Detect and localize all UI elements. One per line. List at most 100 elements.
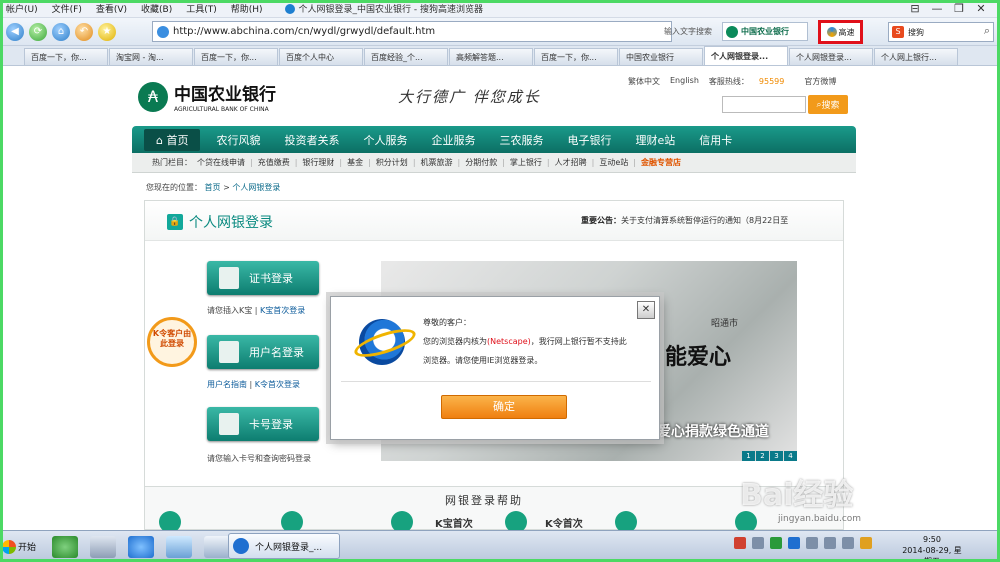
- taskbar-window-button[interactable]: 个人网银登录_...: [228, 533, 340, 559]
- banner-page[interactable]: 3: [770, 451, 783, 461]
- maximize-button[interactable]: ❐: [948, 2, 970, 15]
- card-login-button[interactable]: 卡号登录: [207, 407, 319, 441]
- search-icon[interactable]: ⌕: [984, 24, 990, 38]
- help-item[interactable]: K令首次: [545, 515, 583, 530]
- menu-view[interactable]: 查看(V): [96, 2, 127, 15]
- hot-link[interactable]: 基金: [347, 157, 363, 168]
- home-icon[interactable]: ⌂: [52, 22, 70, 41]
- nav-item[interactable]: 三农服务: [499, 132, 543, 148]
- dialog-message: 尊敬的客户： 您的浏览器内核为(Netscape)，我行网上银行暂不支持此浏览器…: [423, 313, 633, 370]
- abc-favorite-button[interactable]: 中国农业银行: [722, 22, 808, 41]
- hot-link[interactable]: 银行理财: [302, 157, 334, 168]
- k-token-badge[interactable]: K令客户由此登录: [147, 317, 197, 367]
- site-search-button[interactable]: ⌕ 搜索: [808, 95, 848, 114]
- nav-item[interactable]: 投资者关系: [284, 132, 339, 148]
- breadcrumb-home[interactable]: 首页: [205, 183, 221, 192]
- browser-tab[interactable]: 个人网上银行...: [874, 48, 958, 65]
- browser-tab[interactable]: 百度一下，你...: [194, 48, 278, 65]
- english-link[interactable]: English: [670, 76, 699, 87]
- kling-first-login-link[interactable]: K令首次登录: [255, 380, 300, 389]
- help-item[interactable]: K宝首次: [435, 515, 473, 530]
- tray-icon[interactable]: [806, 537, 818, 549]
- menu-file[interactable]: 文件(F): [52, 2, 82, 15]
- notice[interactable]: 重要公告：关于支付清算系统暂停运行的通知（8月22日至: [581, 215, 788, 226]
- kbao-first-login-link[interactable]: K宝首次登录: [260, 306, 305, 315]
- menu-favorites[interactable]: 收藏(B): [141, 2, 172, 15]
- back-icon[interactable]: ◀: [6, 22, 24, 41]
- hot-link[interactable]: 掌上银行: [510, 157, 542, 168]
- app-icon[interactable]: [52, 535, 78, 558]
- banner-page[interactable]: 2: [756, 451, 769, 461]
- banner-page[interactable]: 1: [742, 451, 755, 461]
- start-button[interactable]: 开始: [2, 534, 40, 560]
- browser-tab[interactable]: 百度个人中心: [279, 48, 363, 65]
- traditional-chinese-link[interactable]: 繁体中文: [628, 76, 660, 87]
- hot-link[interactable]: 充值缴费: [258, 157, 290, 168]
- help-icon[interactable]: [615, 511, 637, 530]
- nav-item[interactable]: 信用卡: [699, 132, 732, 148]
- tray-icon[interactable]: [770, 537, 782, 549]
- help-icon[interactable]: [505, 511, 527, 530]
- dialog-ok-button[interactable]: 确定: [441, 395, 567, 419]
- nav-item[interactable]: 理财e站: [635, 132, 675, 148]
- browser-tab[interactable]: 百度经验_个...: [364, 48, 448, 65]
- help-icon[interactable]: [159, 511, 181, 530]
- hot-link[interactable]: 分期付款: [465, 157, 497, 168]
- search-engine-box[interactable]: S 搜狗 ⌕: [888, 22, 994, 42]
- panel-header: 🔒 个人网银登录 重要公告：关于支付清算系统暂停运行的通知（8月22日至: [145, 201, 843, 241]
- tray-icon[interactable]: [860, 537, 872, 549]
- browser-toolbar: ◀ ⟳ ⌂ ↶ ★ http://www.abchina.com/cn/wydl…: [0, 18, 1000, 46]
- tray-icon[interactable]: [752, 537, 764, 549]
- menu-tools[interactable]: 工具(T): [186, 2, 217, 15]
- hotline-label: 客服热线： 95599: [709, 76, 794, 87]
- bank-logo[interactable]: ₳ 中国农业银行 AGRICULTURAL BANK OF CHINA: [138, 80, 276, 113]
- notepad-icon[interactable]: [166, 535, 192, 558]
- nav-item[interactable]: 个人服务: [363, 132, 407, 148]
- ie-icon[interactable]: [128, 535, 154, 558]
- hot-link[interactable]: 机票旅游: [421, 157, 453, 168]
- tray-icon[interactable]: [788, 537, 800, 549]
- system-clock[interactable]: 9:50 2014-08-29, 星期五: [902, 534, 962, 562]
- username-guide-link[interactable]: 用户名指南: [207, 380, 247, 389]
- browser-tab[interactable]: 高频解答题...: [449, 48, 533, 65]
- browser-tab[interactable]: 中国农业银行: [619, 48, 703, 65]
- hot-link[interactable]: 互动e站: [599, 157, 628, 168]
- site-search-input[interactable]: [722, 96, 806, 113]
- weibo-link[interactable]: 官方微博: [804, 76, 836, 87]
- banner-page[interactable]: 4: [784, 451, 797, 461]
- help-icon[interactable]: [281, 511, 303, 530]
- tray-icon[interactable]: [734, 537, 746, 549]
- browser-tab[interactable]: 百度一下，你...: [534, 48, 618, 65]
- username-login-button[interactable]: 用户名登录: [207, 335, 319, 369]
- dialog-close-button[interactable]: ✕: [637, 301, 655, 319]
- separator: |: [591, 158, 595, 167]
- minimize-button[interactable]: —: [926, 2, 948, 15]
- nav-item[interactable]: 农行风貌: [216, 132, 260, 148]
- nav-home[interactable]: ⌂ 首页: [144, 128, 201, 151]
- star-icon[interactable]: ★: [98, 22, 116, 41]
- hot-link[interactable]: 人才招聘: [555, 157, 587, 168]
- network-icon[interactable]: [842, 537, 854, 549]
- close-window-button[interactable]: ✕: [970, 2, 992, 15]
- browser-tab-active[interactable]: 个人网银登录...: [704, 46, 788, 65]
- browser-tab[interactable]: 个人网银登录...: [789, 48, 873, 65]
- refresh-icon[interactable]: ⟳: [29, 22, 47, 41]
- document-icon[interactable]: [204, 535, 230, 558]
- hot-link[interactable]: 个贷在线申请: [197, 157, 245, 168]
- cert-login-button[interactable]: 证书登录: [207, 261, 319, 295]
- help-icon[interactable]: [391, 511, 413, 530]
- skin-button[interactable]: ⊟: [904, 2, 926, 15]
- menu-help[interactable]: 帮助(H): [231, 2, 263, 15]
- hot-link-highlight[interactable]: 金融专营店: [641, 157, 681, 168]
- address-bar[interactable]: http://www.abchina.com/cn/wydl/grwydl/de…: [152, 21, 672, 42]
- high-speed-mode-button[interactable]: 高速: [818, 20, 863, 44]
- undo-icon[interactable]: ↶: [75, 22, 93, 41]
- calculator-icon[interactable]: [90, 535, 116, 558]
- nav-item[interactable]: 企业服务: [431, 132, 475, 148]
- nav-item[interactable]: 电子银行: [567, 132, 611, 148]
- browser-tab[interactable]: 淘宝网 - 淘...: [109, 48, 193, 65]
- hot-link[interactable]: 积分计划: [376, 157, 408, 168]
- volume-icon[interactable]: [824, 537, 836, 549]
- browser-tab[interactable]: 百度一下，你...: [24, 48, 108, 65]
- menu-account[interactable]: 帐户(U): [6, 2, 38, 15]
